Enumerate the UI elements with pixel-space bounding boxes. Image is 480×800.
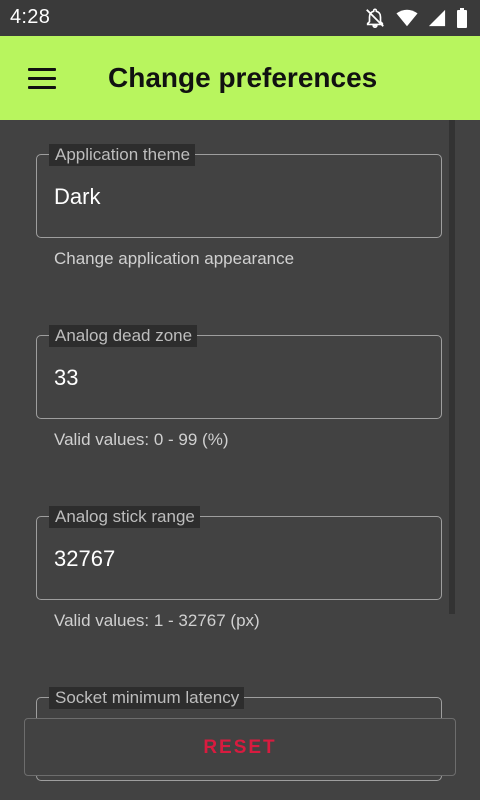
reset-button[interactable]: RESET — [24, 718, 456, 776]
field-value: 33 — [54, 365, 79, 390]
status-icons — [364, 7, 468, 29]
analog-dead-zone-field[interactable]: Analog dead zone 33 — [36, 325, 442, 419]
status-bar: 4:28 — [0, 0, 480, 36]
field-label: Application theme — [49, 144, 196, 166]
application-theme-field[interactable]: Application theme Dark — [36, 144, 442, 238]
page-title: Change preferences — [108, 62, 378, 93]
field-value: 32767 — [54, 546, 116, 571]
preferences-list[interactable]: Application theme Dark Change applicatio… — [0, 120, 480, 800]
status-time: 4:28 — [10, 6, 51, 28]
battery-icon — [456, 8, 468, 28]
app-bar: Change preferences — [0, 36, 480, 120]
helper-text: Valid values: 1 - 32767 (px) — [54, 611, 260, 630]
field-label: Socket minimum latency — [49, 687, 245, 709]
helper-text: Valid values: 0 - 99 (%) — [54, 430, 229, 449]
signal-icon — [428, 9, 446, 27]
analog-stick-range-field[interactable]: Analog stick range 32767 — [36, 506, 442, 600]
field-value: Dark — [54, 184, 101, 209]
menu-button[interactable] — [22, 62, 62, 94]
wifi-icon — [396, 8, 418, 28]
field-label: Analog dead zone — [49, 325, 198, 347]
notifications-off-icon — [364, 7, 386, 29]
scrollbar-thumb[interactable] — [449, 120, 455, 614]
field-label: Analog stick range — [49, 506, 200, 528]
helper-text: Change application appearance — [54, 249, 295, 268]
